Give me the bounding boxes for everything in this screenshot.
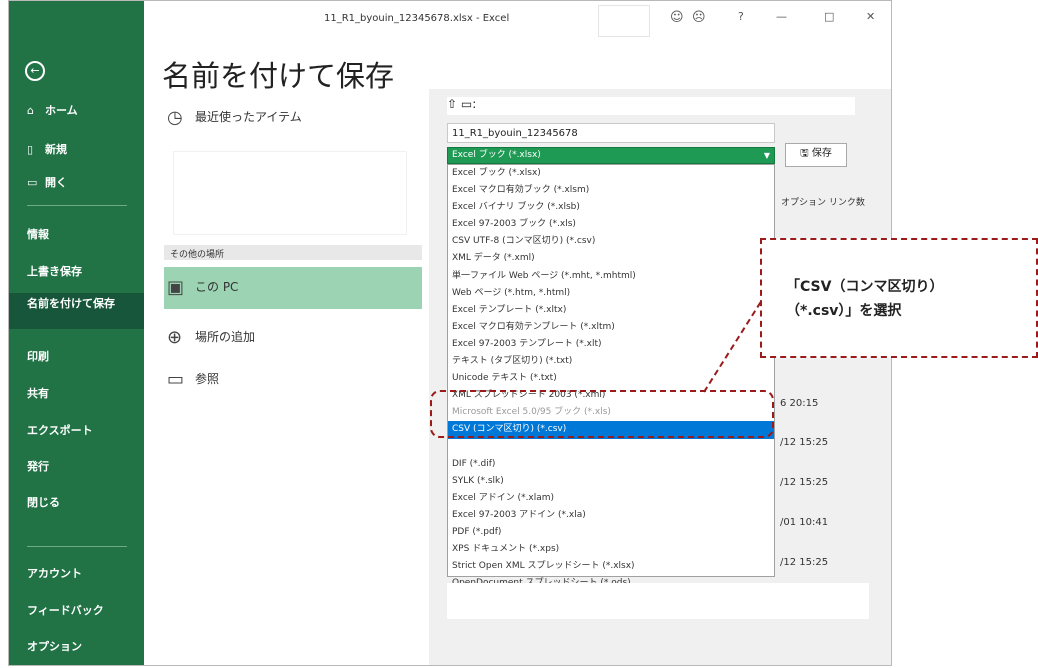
modified-date: /01 10:41 [780, 517, 829, 528]
modified-date: /12 15:25 [780, 557, 829, 568]
chevron-down-icon[interactable]: ▼ [764, 148, 770, 163]
sidebar-item-account[interactable]: アカウント [9, 565, 144, 581]
filetype-option[interactable]: Excel ブック (*.xlsx) [448, 165, 774, 182]
save-button[interactable]: 🖫 保存 [785, 143, 847, 167]
smile-icon[interactable]: ☺ [670, 10, 684, 25]
sidebar-item-home[interactable]: ⌂ ホーム [9, 102, 144, 118]
filetype-option[interactable]: Strict Open XML スプレッドシート (*.xlsx) [448, 558, 774, 575]
sidebar-item-save-as[interactable]: 名前を付けて保存 [9, 293, 144, 329]
window-title: 11_R1_byouin_12345678.xlsx - Excel [324, 13, 510, 24]
filetype-option[interactable]: Excel マクロ有効テンプレート (*.xltm) [448, 319, 774, 336]
filetype-dropdown-list[interactable]: Excel ブック (*.xlsx) Excel マクロ有効ブック (*.xls… [447, 164, 775, 588]
sidebar-item-info[interactable]: 情報 [9, 226, 144, 242]
sidebar-item-save[interactable]: 上書き保存 [9, 263, 144, 279]
filetype-option[interactable]: Excel 97-2003 アドイン (*.xla) [448, 507, 774, 524]
file-list-footer [447, 583, 869, 619]
globe-icon: ⊕ [167, 327, 183, 348]
filetype-option[interactable]: Excel 97-2003 ブック (*.xls) [448, 216, 774, 233]
filetype-option[interactable]: Excel 97-2003 テンプレート (*.xlt) [448, 336, 774, 353]
sidebar-item-feedback[interactable]: フィードバック [9, 602, 144, 618]
annotation-text: 「CSV（コンマ区切り） （*.csv）」を選択 [786, 275, 943, 323]
other-locations-header: その他の場所 [164, 245, 422, 260]
sidebar-divider [27, 546, 127, 547]
filetype-option[interactable]: XML データ (*.xml) [448, 250, 774, 267]
save-icon: 🖫 [800, 148, 809, 159]
sidebar-item-new[interactable]: ▯ 新規 [9, 141, 144, 157]
sidebar-divider [27, 205, 127, 206]
sidebar-item-share[interactable]: 共有 [9, 385, 144, 401]
annotation-line2: （*.csv）」を選択 [786, 303, 902, 319]
clock-icon: ◷ [167, 107, 183, 128]
minimize-icon[interactable]: — [776, 10, 787, 23]
filetype-option[interactable] [448, 439, 774, 456]
location-browse[interactable]: ▭ 参照 [167, 369, 219, 390]
location-this-pc[interactable]: ▣ この PC [167, 277, 238, 298]
modified-date: 6 20:15 [780, 398, 819, 409]
modified-date: /12 15:25 [780, 437, 829, 448]
annotation-line1: 「CSV（コンマ区切り） [786, 279, 944, 295]
sidebar-item-open[interactable]: ▭ 開く [9, 174, 144, 190]
options-link[interactable]: オプション リンク数 [781, 195, 865, 208]
home-icon: ⌂ [27, 104, 34, 117]
folder-icon: ▭ [167, 369, 185, 390]
path-bar[interactable]: ⇧ ▭: [447, 97, 855, 115]
filename-input[interactable]: 11_R1_byouin_12345678 [447, 123, 775, 143]
backstage-sidebar: ← ⌂ ホーム ▯ 新規 ▭ 開く 情報 上書き保存 名前を付けて保存 印刷 共有 エ… [9, 1, 144, 665]
sidebar-item-publish[interactable]: 発行 [9, 458, 144, 474]
filetype-option[interactable]: Excel バイナリ ブック (*.xlsb) [448, 199, 774, 216]
sidebar-item-label: 開く [45, 176, 67, 189]
filetype-option[interactable]: テキスト (タブ区切り) (*.txt) [448, 353, 774, 370]
sidebar-item-label: ホーム [45, 104, 78, 117]
page-title: 名前を付けて保存 [162, 59, 395, 93]
close-icon[interactable]: ✕ [866, 10, 875, 23]
account-box[interactable] [598, 5, 650, 37]
filetype-value: Excel ブック (*.xlsx) [452, 150, 541, 160]
filetype-option[interactable]: Web ページ (*.htm, *.html) [448, 285, 774, 302]
filetype-option[interactable]: Excel テンプレート (*.xltx) [448, 302, 774, 319]
sidebar-item-options[interactable]: オプション [9, 638, 144, 654]
recent-label: 最近使ったアイテム [195, 110, 302, 124]
add-place-label: 場所の追加 [195, 330, 256, 344]
filetype-option[interactable]: Unicode テキスト (*.txt) [448, 370, 774, 387]
filetype-option[interactable]: CSV UTF-8 (コンマ区切り) (*.csv) [448, 233, 774, 250]
help-icon[interactable]: ? [738, 10, 744, 23]
selection-highlight [430, 390, 774, 438]
recent-items[interactable]: ◷ 最近使ったアイテム [167, 107, 302, 128]
filetype-option[interactable]: Excel アドイン (*.xlam) [448, 490, 774, 507]
filetype-option[interactable]: PDF (*.pdf) [448, 524, 774, 541]
sidebar-item-label: 新規 [45, 143, 67, 156]
modified-date: /12 15:25 [780, 477, 829, 488]
this-pc-label: この PC [195, 280, 239, 294]
sidebar-item-export[interactable]: エクスポート [9, 422, 144, 438]
back-arrow-icon[interactable]: ← [25, 61, 45, 81]
filetype-option[interactable]: 単一ファイル Web ページ (*.mht, *.mhtml) [448, 268, 774, 285]
title-bar: 11_R1_byouin_12345678.xlsx - Excel ☺ ☹ ?… [144, 1, 891, 39]
filetype-option[interactable]: SYLK (*.slk) [448, 473, 774, 490]
sidebar-item-print[interactable]: 印刷 [9, 348, 144, 364]
maximize-icon[interactable]: □ [824, 10, 834, 23]
new-document-icon: ▯ [27, 143, 34, 156]
filetype-option[interactable]: Excel マクロ有効ブック (*.xlsm) [448, 182, 774, 199]
browse-label: 参照 [195, 372, 220, 386]
location-add-place[interactable]: ⊕ 場所の追加 [167, 327, 255, 348]
recent-list [173, 151, 407, 235]
filetype-select[interactable]: Excel ブック (*.xlsx) ▼ [447, 147, 775, 164]
sidebar-item-close[interactable]: 閉じる [9, 494, 144, 510]
save-button-label: 保存 [811, 148, 832, 159]
filetype-option[interactable]: XPS ドキュメント (*.xps) [448, 541, 774, 558]
frown-icon[interactable]: ☹ [692, 10, 706, 25]
folder-open-icon: ▭ [27, 176, 38, 189]
filetype-option[interactable]: DIF (*.dif) [448, 456, 774, 473]
computer-icon: ▣ [167, 277, 185, 298]
